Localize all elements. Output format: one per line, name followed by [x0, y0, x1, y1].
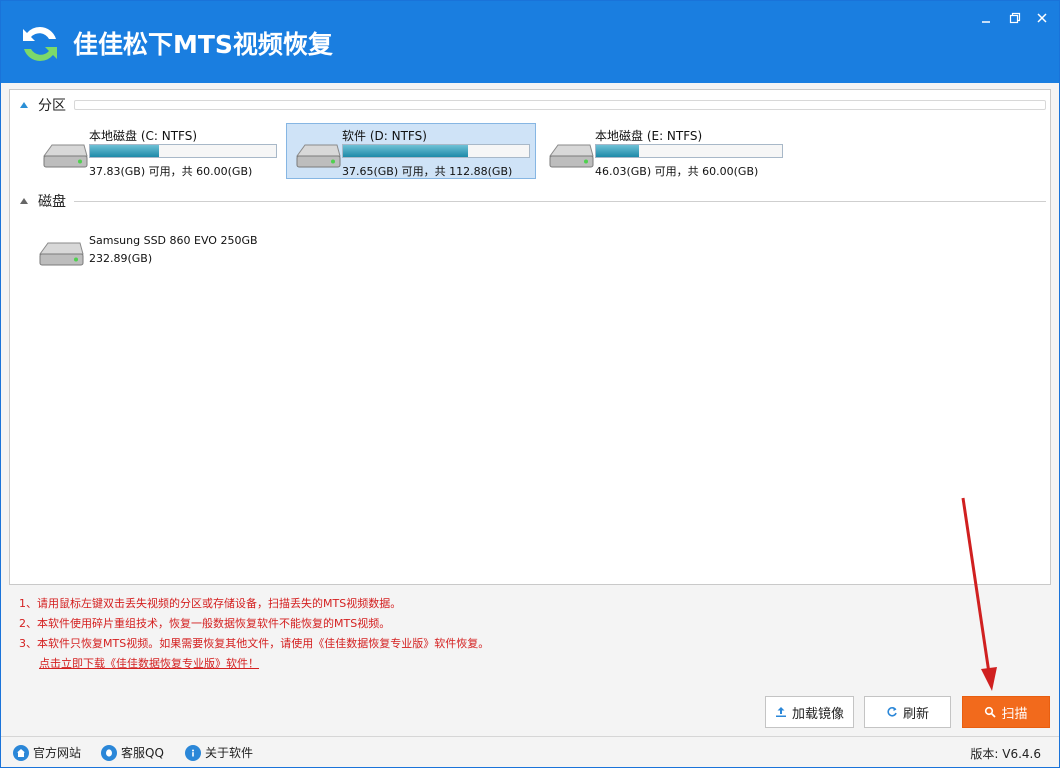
- partition-name: 软件 (D: NTFS): [342, 129, 427, 143]
- section-divider: [74, 100, 1046, 110]
- status-bar: 官方网站 客服QQ 关于软件 版本: V6.4.6: [1, 736, 1059, 767]
- disk-item-samsung[interactable]: Samsung SSD 860 EVO 250GB 232.89(GB): [30, 230, 290, 270]
- usage-bar: [595, 144, 783, 158]
- disk-info: 232.89(GB): [89, 252, 153, 265]
- usage-bar-fill: [343, 145, 468, 157]
- section-divider: [74, 200, 1046, 202]
- website-link[interactable]: 官方网站: [13, 744, 81, 761]
- disk-name: Samsung SSD 860 EVO 250GB: [89, 234, 258, 247]
- usage-bar: [89, 144, 277, 158]
- note-line-3: 3、本软件只恢复MTS视频。如果需要恢复其他文件，请使用《佳佳数据恢复专业版》软…: [19, 637, 490, 650]
- hard-drive-icon: [549, 144, 594, 168]
- note-line-2: 2、本软件使用碎片重组技术，恢复一般数据恢复软件不能恢复的MTS视频。: [19, 617, 391, 630]
- minimize-button[interactable]: [975, 9, 997, 27]
- disk-section-header[interactable]: 磁盘: [20, 191, 1046, 211]
- search-icon: [985, 706, 997, 718]
- minimize-icon: [982, 21, 990, 23]
- load-image-button[interactable]: 加载镜像: [765, 696, 854, 728]
- collapse-triangle-icon[interactable]: [20, 198, 28, 204]
- download-pro-link[interactable]: 点击立即下载《佳佳数据恢复专业版》软件！: [39, 654, 489, 674]
- upload-icon: [775, 707, 786, 717]
- device-panel: 分区 本地磁盘 (C: NTFS) 37.83(GB) 可用，共 60.00(G…: [9, 89, 1051, 585]
- title-bar[interactable]: 佳佳松下MTS视频恢复: [1, 1, 1059, 83]
- maximize-button[interactable]: [1004, 9, 1026, 27]
- note-line-1: 1、请用鼠标左键双击丢失视频的分区或存储设备，扫描丢失的MTS视频数据。: [19, 597, 402, 610]
- partition-info: 37.65(GB) 可用，共 112.88(GB): [342, 165, 513, 178]
- partition-item-e[interactable]: 本地磁盘 (E: NTFS) 46.03(GB) 可用，共 60.00(GB): [539, 123, 789, 179]
- instruction-notes: 1、请用鼠标左键双击丢失视频的分区或存储设备，扫描丢失的MTS视频数据。 2、本…: [19, 594, 489, 674]
- partition-heading: 分区: [38, 98, 66, 114]
- partition-info: 46.03(GB) 可用，共 60.00(GB): [595, 165, 759, 178]
- qq-icon: [101, 744, 117, 761]
- partition-name: 本地磁盘 (E: NTFS): [595, 129, 703, 143]
- close-button[interactable]: [1031, 9, 1053, 27]
- load-image-label: 加载镜像: [791, 706, 844, 722]
- disk-heading: 磁盘: [38, 194, 66, 210]
- info-icon: [185, 744, 201, 761]
- usage-bar-fill: [90, 145, 159, 157]
- hard-drive-icon: [39, 242, 84, 266]
- partition-item-d[interactable]: 软件 (D: NTFS) 37.65(GB) 可用，共 112.88(GB): [286, 123, 536, 179]
- usage-bar: [342, 144, 530, 158]
- partition-name: 本地磁盘 (C: NTFS): [89, 129, 198, 143]
- close-icon: [1037, 13, 1047, 23]
- hard-drive-icon: [43, 144, 88, 168]
- about-label: 关于软件: [205, 746, 254, 760]
- restore-icon: [1009, 12, 1021, 24]
- partition-item-c[interactable]: 本地磁盘 (C: NTFS) 37.83(GB) 可用，共 60.00(GB): [33, 123, 283, 179]
- version-text: 版本: V6.4.6: [970, 747, 1041, 761]
- partition-section-header[interactable]: 分区: [20, 95, 1046, 115]
- hard-drive-icon: [296, 144, 341, 168]
- collapse-triangle-icon[interactable]: [20, 102, 28, 108]
- qq-support-link[interactable]: 客服QQ: [101, 744, 164, 761]
- qq-label: 客服QQ: [121, 746, 164, 760]
- app-title: 佳佳松下MTS视频恢复: [73, 30, 333, 59]
- home-icon: [13, 744, 29, 761]
- partition-info: 37.83(GB) 可用，共 60.00(GB): [89, 165, 253, 178]
- app-logo-icon: [23, 26, 57, 62]
- refresh-icon: [887, 707, 897, 717]
- usage-bar-fill: [596, 145, 639, 157]
- website-label: 官方网站: [33, 746, 82, 760]
- about-link[interactable]: 关于软件: [185, 744, 253, 761]
- scan-button[interactable]: 扫描: [962, 696, 1050, 728]
- refresh-label: 刷新: [902, 706, 929, 722]
- scan-label: 扫描: [1001, 706, 1028, 722]
- refresh-button[interactable]: 刷新: [864, 696, 951, 728]
- app-window: 佳佳松下MTS视频恢复 分区 本地磁盘 (C: NTFS) 37.83(GB) …: [0, 0, 1060, 768]
